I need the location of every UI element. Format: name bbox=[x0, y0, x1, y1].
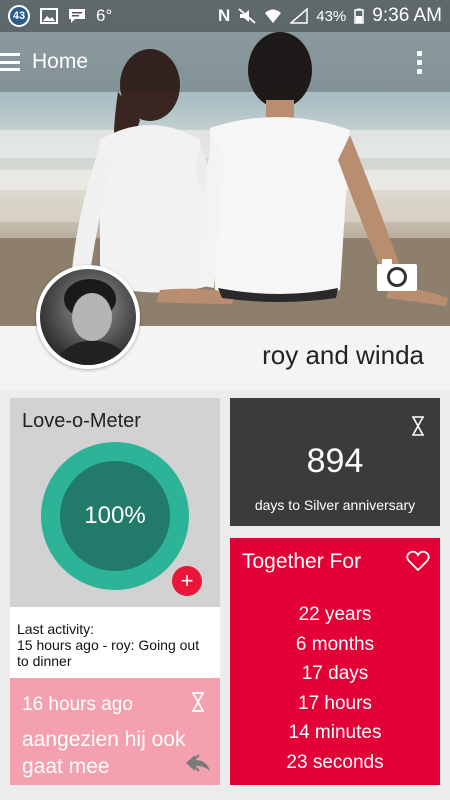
nfc-indicator: N bbox=[217, 6, 231, 25]
together-title: Together For bbox=[242, 550, 362, 573]
duration-hours: 17 hours bbox=[298, 692, 372, 714]
add-icon[interactable]: + bbox=[172, 566, 202, 596]
love-meter-title: Love-o-Meter bbox=[22, 410, 141, 432]
clock: 9:36 AM bbox=[372, 5, 442, 26]
message-time: 16 hours ago bbox=[22, 694, 133, 715]
last-activity-text: 15 hours ago - roy: Going out to dinner bbox=[17, 637, 200, 669]
overflow-menu-icon[interactable] bbox=[417, 50, 422, 74]
hourglass-icon bbox=[192, 692, 204, 712]
anniversary-countdown-card[interactable]: 894 days to Silver anniversary bbox=[230, 398, 440, 526]
avatar-photo bbox=[50, 279, 132, 365]
countdown-days: 894 bbox=[306, 442, 364, 480]
together-duration: 22 years 6 months 17 days 17 hours 14 mi… bbox=[230, 600, 440, 777]
wifi-icon bbox=[265, 9, 282, 23]
duration-months: 6 months bbox=[295, 633, 375, 655]
duration-minutes: 14 minutes bbox=[288, 722, 382, 743]
love-meter-percent: 100% bbox=[84, 502, 146, 529]
love-meter-ring: 100% bbox=[41, 442, 189, 590]
reply-icon[interactable] bbox=[185, 753, 211, 773]
signal-icon bbox=[290, 8, 308, 24]
menu-icon[interactable] bbox=[0, 51, 22, 73]
battery-percent: 43% bbox=[316, 7, 347, 25]
last-activity: Last activity: 15 hours ago - roy: Going… bbox=[10, 607, 220, 678]
chat-icon bbox=[69, 9, 85, 23]
hourglass-icon bbox=[412, 416, 424, 436]
together-for-card[interactable]: Together For 22 years 6 months 17 days 1… bbox=[230, 538, 440, 785]
last-activity-label: Last activity: bbox=[17, 621, 95, 637]
gallery-icon bbox=[40, 8, 58, 24]
duration-seconds: 23 seconds bbox=[286, 751, 384, 773]
countdown-caption: days to Silver anniversary bbox=[254, 497, 416, 513]
duration-days: 17 days bbox=[301, 663, 369, 684]
temperature-text: 6° bbox=[96, 6, 113, 25]
love-meter-card[interactable]: Love-o-Meter 100% + bbox=[10, 398, 220, 607]
page-title: Home bbox=[32, 50, 89, 73]
duration-years: 22 years bbox=[298, 604, 372, 625]
mute-icon bbox=[238, 8, 256, 24]
notification-badge: 43 bbox=[8, 5, 30, 27]
couple-name: roy and winda bbox=[262, 340, 424, 370]
message-text: aangezien hij ook gaat mee bbox=[22, 728, 186, 778]
status-bar: 43 6° N 43% 9:36 AM bbox=[0, 0, 450, 32]
app-bar: Home bbox=[0, 32, 450, 92]
love-meter-value: 100% bbox=[60, 461, 170, 571]
avatar[interactable] bbox=[36, 265, 140, 369]
latest-message-card[interactable]: 16 hours ago aangezien hij ook gaat mee bbox=[10, 678, 220, 785]
heart-icon[interactable] bbox=[406, 550, 430, 572]
camera-icon[interactable] bbox=[376, 258, 418, 292]
battery-icon bbox=[354, 8, 365, 24]
